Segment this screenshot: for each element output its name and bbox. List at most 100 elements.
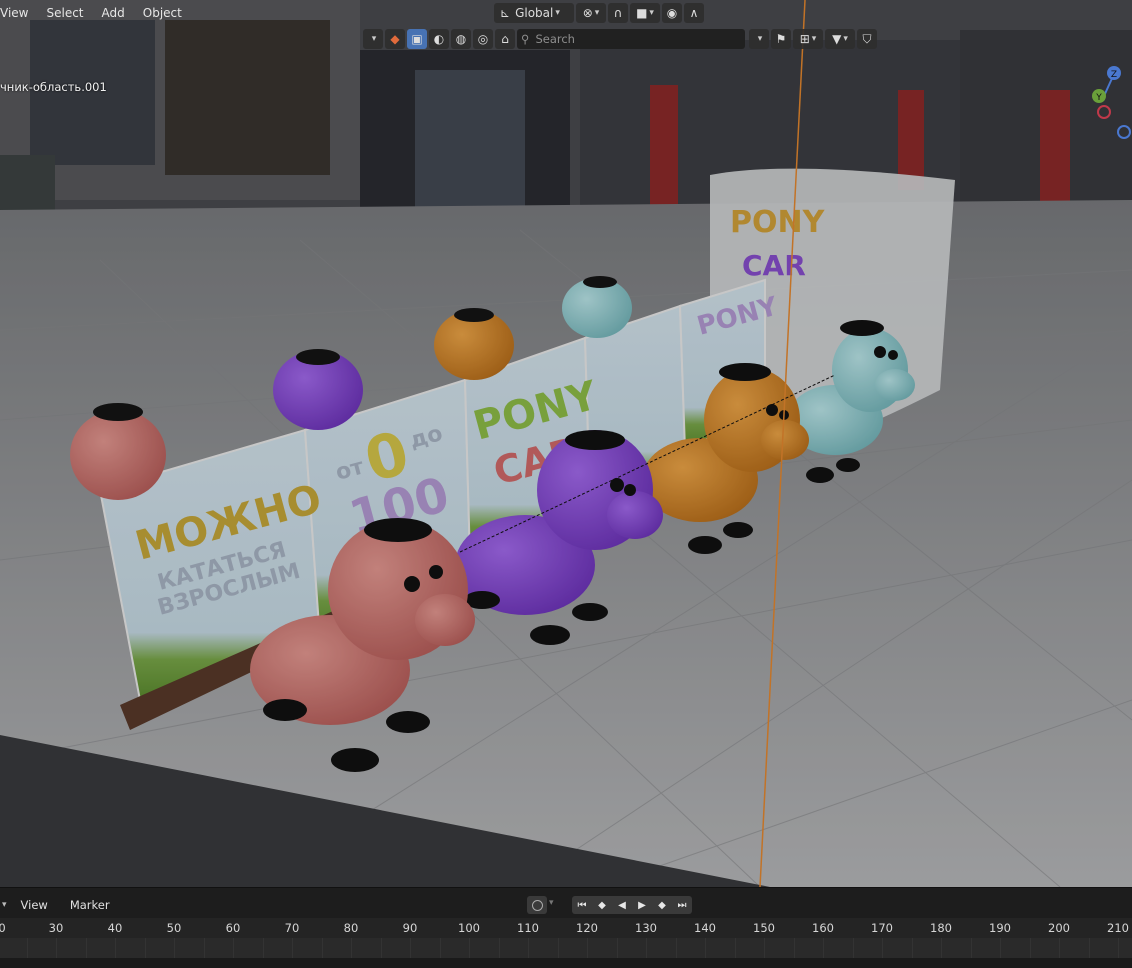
ruler-label: 0	[0, 921, 6, 935]
falloff-dropdown[interactable]: ∧	[684, 3, 704, 23]
chevron-down-icon[interactable]: ▾	[549, 898, 554, 908]
chevron-down-icon: ▾	[371, 34, 377, 44]
ruler-label: 170	[871, 921, 893, 935]
ruler-label: 200	[1048, 921, 1070, 935]
ruler-label: 130	[635, 921, 657, 935]
frame-gridline	[705, 938, 706, 958]
filter-dropdown[interactable]: ▾	[749, 29, 769, 49]
bookmark-button[interactable]: ⚑	[771, 29, 791, 49]
bookmark-icon: ⚑	[775, 32, 787, 46]
proportional-edit-icon: ◉	[666, 6, 678, 20]
frame-gridline	[971, 938, 972, 958]
select-filter-button[interactable]: ▣	[407, 29, 427, 49]
pivot-dropdown[interactable]: ⊗ ▾	[576, 3, 606, 23]
navigation-gizmo[interactable]: Z Y	[1088, 60, 1132, 150]
menu-add[interactable]: Add	[93, 2, 134, 24]
ruler-label: 210	[1107, 921, 1129, 935]
overlay-icon: ⌂	[501, 32, 509, 46]
prev-keyframe-icon: ◆	[598, 899, 606, 911]
timeline-tracks[interactable]	[0, 938, 1132, 958]
frame-gridline	[86, 938, 87, 958]
rendered-shading-button[interactable]: ◎	[473, 29, 493, 49]
frame-gridline	[410, 938, 411, 958]
play-button[interactable]: ▶	[632, 896, 652, 914]
display-filter-button[interactable]: ◆	[385, 29, 405, 49]
viewport-scene[interactable]: PONY CAR МОЖНО КАТАТЬСЯ ВЗРОСЛЫМ от 0 до…	[0, 0, 1132, 887]
proportional-edit-toggle[interactable]: ◉	[662, 3, 682, 23]
jump-end-icon: ⏭	[677, 899, 687, 911]
display-mode-dropdown[interactable]: ⊞ ▾	[793, 29, 823, 49]
search-input[interactable]: ⚲ Search	[517, 29, 745, 49]
timeline-menu-marker[interactable]: Marker	[60, 898, 122, 912]
display-mode-icon: ⊞	[799, 32, 810, 46]
3d-viewport[interactable]: PONY CAR МОЖНО КАТАТЬСЯ ВЗРОСЛЫМ от 0 до…	[0, 0, 1132, 887]
overlay-button[interactable]: ⌂	[495, 29, 515, 49]
ruler-label: 60	[225, 921, 241, 935]
ruler-label: 140	[694, 921, 716, 935]
frame-gridline	[676, 938, 677, 958]
search-icon: ⚲	[521, 32, 530, 46]
editor-type-dropdown[interactable]: ▾	[363, 29, 383, 49]
transform-orientation-icon: ⊾	[500, 6, 511, 20]
frame-gridline	[764, 938, 765, 958]
chevron-down-icon[interactable]: ▾	[0, 900, 11, 910]
frame-gridline	[1030, 938, 1031, 958]
frame-gridline	[381, 938, 382, 958]
chevron-down-icon: ▾	[555, 8, 560, 18]
frame-gridline	[56, 938, 57, 958]
outliner-filter-dropdown[interactable]: ▼ ▾	[825, 29, 855, 49]
wireframe-shading-button[interactable]: ◐	[429, 29, 449, 49]
timeline-menu: ▾ View Marker	[0, 894, 122, 916]
auto-keying-button[interactable]	[527, 896, 547, 914]
frame-gridline	[115, 938, 116, 958]
frame-gridline	[174, 938, 175, 958]
play-reverse-button[interactable]: ◀	[612, 896, 632, 914]
material-shading-button[interactable]: ◍	[451, 29, 471, 49]
snap-target-dropdown[interactable]: ■ ▾	[630, 3, 660, 23]
menu-view[interactable]: View	[0, 2, 37, 24]
timeline-editor[interactable]: ▾ View Marker ▾ ⏮ ◆ ◀ ▶ ◆ ⏭ 0 30 40 50 60 70…	[0, 887, 1132, 968]
prev-keyframe-button[interactable]: ◆	[592, 896, 612, 914]
chevron-down-icon: ▾	[843, 34, 848, 44]
rendered-shading-icon: ◎	[477, 32, 489, 46]
jump-end-button[interactable]: ⏭	[672, 896, 692, 914]
ruler-label: 50	[166, 921, 182, 935]
material-shading-icon: ◍	[455, 32, 467, 46]
color-cube-icon: ◆	[390, 32, 400, 46]
search-placeholder: Search	[535, 32, 575, 46]
ruler-label: 80	[343, 921, 359, 935]
play-reverse-icon: ◀	[618, 899, 626, 911]
ruler-label: 160	[812, 921, 834, 935]
neg-z-axis-handle[interactable]	[1117, 125, 1131, 139]
svg-text:Z: Z	[1111, 70, 1117, 80]
ruler-label: 110	[517, 921, 539, 935]
neg-x-axis-handle[interactable]	[1097, 105, 1111, 119]
frame-gridline	[322, 938, 323, 958]
jump-start-button[interactable]: ⏮	[572, 896, 592, 914]
frame-ruler[interactable]: 0 30 40 50 60 70 80 90 100 110 120 130 140 150 160 170…	[0, 918, 1132, 938]
ruler-label: 70	[284, 921, 300, 935]
svg-text:Y: Y	[1095, 93, 1102, 103]
viewport-options-toolbar: ▾ ◆ ▣ ◐ ◍ ◎ ⌂ ⚲ Search ▾ ⚑ ⊞ ▾ ▼ ▾ ⛉	[363, 29, 879, 49]
menu-object[interactable]: Object	[134, 2, 191, 24]
chevron-down-icon: ▾	[757, 34, 763, 44]
orientation-dropdown[interactable]: ⊾ Global ▾	[494, 3, 574, 23]
frame-gridline	[587, 938, 588, 958]
menu-select[interactable]: Select	[37, 2, 92, 24]
frame-gridline	[1000, 938, 1001, 958]
snap-toggle[interactable]: ∩	[608, 3, 628, 23]
frame-gridline	[528, 938, 529, 958]
frame-gridline	[882, 938, 883, 958]
next-keyframe-button[interactable]: ◆	[652, 896, 672, 914]
frame-gridline	[440, 938, 441, 958]
shield-button[interactable]: ⛉	[857, 29, 877, 49]
frame-gridline	[351, 938, 352, 958]
frame-gridline	[558, 938, 559, 958]
frame-gridline	[1118, 938, 1119, 958]
ruler-label: 100	[458, 921, 480, 935]
record-icon	[531, 899, 543, 911]
frame-gridline	[617, 938, 618, 958]
timeline-menu-view[interactable]: View	[11, 898, 60, 912]
ruler-label: 150	[753, 921, 775, 935]
frame-gridline	[292, 938, 293, 958]
